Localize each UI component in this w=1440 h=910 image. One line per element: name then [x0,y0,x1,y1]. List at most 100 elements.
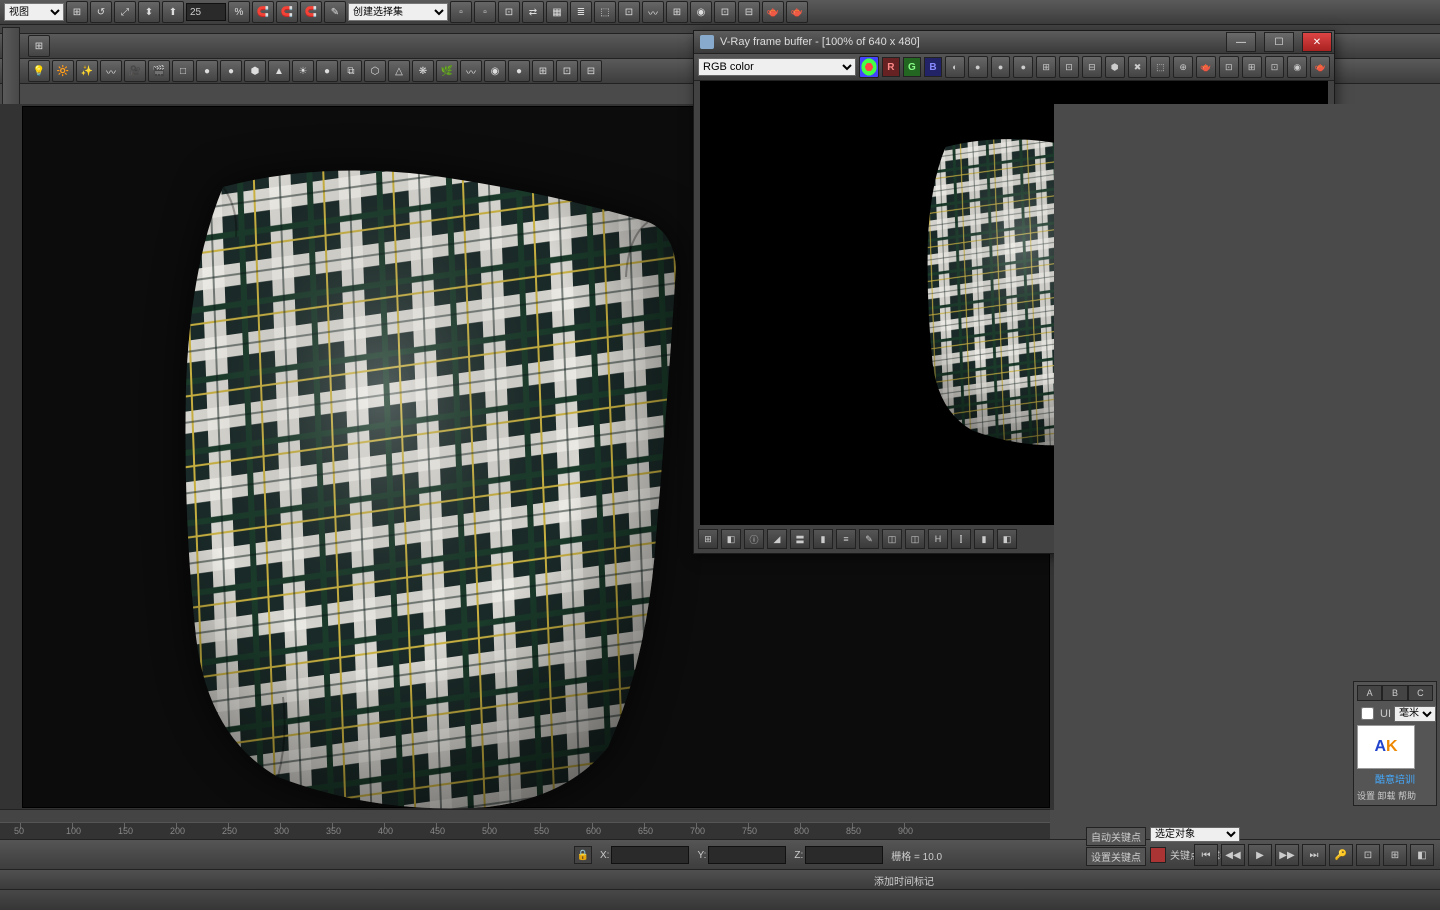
vfb-tool-icon[interactable]: 🫖 [1196,56,1216,78]
vfb-bottom-icon[interactable]: 〓 [790,529,810,549]
blue-channel[interactable]: B [924,57,942,77]
vfb-bottom-icon[interactable]: ◢ [767,529,787,549]
z-input[interactable] [805,846,883,864]
vfb-tool-icon[interactable]: ⊞ [1242,56,1262,78]
anim-button[interactable]: ⊞ [1383,844,1407,866]
object-icon[interactable]: □ [172,60,194,82]
teapot-icon[interactable]: 🫖 [762,1,784,23]
align-icon[interactable]: ≣ [570,1,592,23]
object-icon[interactable]: 💡 [28,60,50,82]
key-icon[interactable] [1150,847,1166,863]
auto-key-button[interactable]: 自动关键点 [1086,827,1146,846]
x-input[interactable] [611,846,689,864]
tool-icon[interactable]: ⊞ [28,35,50,57]
close-button[interactable]: ✕ [1302,32,1332,52]
curve-editor-icon[interactable]: 〰 [642,1,664,23]
settings-row[interactable]: 设置 卸载 帮助 [1357,789,1433,802]
anim-button[interactable]: ⏮ [1194,844,1218,866]
object-icon[interactable]: ● [220,60,242,82]
vfb-bottom-icon[interactable]: ⫿ [951,529,971,549]
object-icon[interactable]: 〰 [460,60,482,82]
object-icon[interactable]: ● [316,60,338,82]
vfb-bottom-icon[interactable]: ⊞ [698,529,718,549]
anim-button[interactable]: 🔑 [1329,844,1353,866]
render-icon[interactable]: ⊡ [714,1,736,23]
tool-icon[interactable]: ⊡ [498,1,520,23]
vfb-bottom-icon[interactable]: ◧ [997,529,1017,549]
object-icon[interactable]: 〰 [100,60,122,82]
anim-button[interactable]: ⊡ [1356,844,1380,866]
lock-icon[interactable]: 🔒 [574,846,592,864]
vfb-tool-icon[interactable]: ● [968,56,988,78]
view-dropdown[interactable]: 视图 [4,3,64,21]
vfb-tool-icon[interactable]: ✖ [1128,56,1148,78]
vfb-tool-icon[interactable]: ⊡ [1219,56,1239,78]
set-key-button[interactable]: 设置关键点 [1086,847,1146,866]
layers-icon[interactable]: ⬚ [594,1,616,23]
vfb-tool-icon[interactable]: ⬢ [1105,56,1125,78]
time-track[interactable]: 5010015020025030035040045050055060065070… [0,809,1050,840]
vfb-bottom-icon[interactable]: ◫ [905,529,925,549]
tool-icon[interactable]: ▫ [450,1,472,23]
vfb-tool-icon[interactable]: ⊞ [1036,56,1056,78]
tool-icon[interactable]: ▫ [474,1,496,23]
snap-icon[interactable]: 🧲 [276,1,298,23]
vfb-bottom-icon[interactable]: ⓘ [744,529,764,549]
vfb-titlebar[interactable]: V-Ray frame buffer - [100% of 640 x 480]… [694,31,1334,54]
object-icon[interactable]: ● [196,60,218,82]
object-icon[interactable]: 🎥 [124,60,146,82]
object-icon[interactable]: ❋ [412,60,434,82]
vfb-bottom-icon[interactable]: ▮ [813,529,833,549]
anim-button[interactable]: ◀◀ [1221,844,1245,866]
tool-icon[interactable]: ⬍ [138,1,160,23]
ui-checkbox[interactable] [1361,707,1374,720]
object-icon[interactable]: 🌿 [436,60,458,82]
material-icon[interactable]: ◉ [690,1,712,23]
red-channel[interactable]: R [882,57,900,77]
object-icon[interactable]: △ [388,60,410,82]
add-marker-label[interactable]: 添加时间标记 [874,873,934,888]
object-icon[interactable]: ⊟ [580,60,602,82]
teapot-icon[interactable]: 🫖 [786,1,808,23]
minimize-button[interactable]: — [1226,32,1256,52]
tool-icon[interactable]: ⬆ [162,1,184,23]
vfb-bottom-icon[interactable]: ◧ [721,529,741,549]
tab-a[interactable]: A [1357,685,1382,701]
vfb-bottom-icon[interactable]: ▮ [974,529,994,549]
rgb-toggle-icon[interactable] [859,56,879,78]
snap-icon[interactable]: 🧲 [300,1,322,23]
tool-icon[interactable]: ⊞ [666,1,688,23]
anim-button[interactable]: ▶▶ [1275,844,1299,866]
anim-button[interactable]: ◧ [1410,844,1434,866]
object-icon[interactable]: ⧉ [340,60,362,82]
anim-button[interactable]: ⏭ [1302,844,1326,866]
tool-icon[interactable]: ⤢ [114,1,136,23]
tool-icon[interactable]: ⊡ [618,1,640,23]
object-icon[interactable]: ◉ [484,60,506,82]
vfb-tool-icon[interactable]: 🫖 [1310,56,1330,78]
vfb-bottom-icon[interactable]: ≡ [836,529,856,549]
render-icon[interactable]: ⊟ [738,1,760,23]
y-input[interactable] [708,846,786,864]
object-icon[interactable]: ⊞ [532,60,554,82]
vfb-tool-icon[interactable]: ⬚ [1150,56,1170,78]
object-icon[interactable]: 🔆 [52,60,74,82]
selection-dropdown[interactable]: 选定对象 [1150,827,1240,842]
vfb-bottom-icon[interactable]: H [928,529,948,549]
maximize-button[interactable]: ☐ [1264,32,1294,52]
tab-c[interactable]: C [1408,685,1433,701]
object-icon[interactable]: 🎬 [148,60,170,82]
vfb-tool-icon[interactable]: ⊟ [1082,56,1102,78]
vfb-tool-icon[interactable]: ◉ [1287,56,1307,78]
object-icon[interactable]: ⊡ [556,60,578,82]
anim-button[interactable]: ▶ [1248,844,1272,866]
vfb-tool-icon[interactable]: ⊡ [1059,56,1079,78]
green-channel[interactable]: G [903,57,921,77]
object-icon[interactable]: ⬢ [244,60,266,82]
snap-icon[interactable]: 🧲 [252,1,274,23]
vfb-tool-icon[interactable]: ◐ [945,56,965,78]
vfb-tool-icon[interactable]: ⊡ [1265,56,1285,78]
vfb-tool-icon[interactable]: ● [1013,56,1033,78]
vfb-bottom-icon[interactable]: ✎ [859,529,879,549]
spinner[interactable] [186,3,226,21]
